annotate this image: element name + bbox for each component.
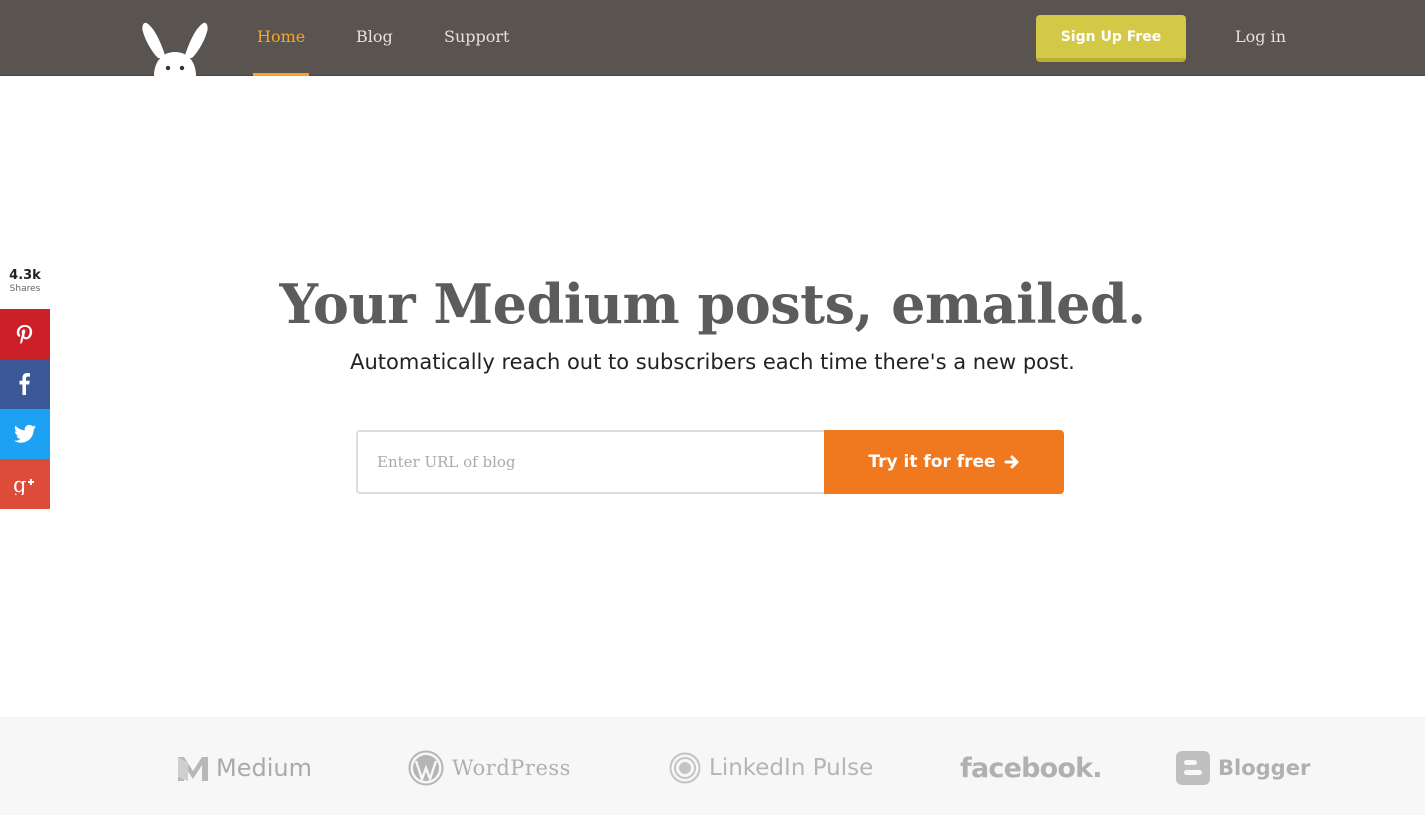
wordpress-logo: WordPress	[408, 748, 571, 788]
facebook-label: facebook.	[960, 752, 1103, 784]
twitter-icon	[14, 424, 36, 443]
nav-home-link[interactable]: Home	[252, 0, 310, 76]
svg-text:g: g	[13, 473, 26, 495]
try-free-label: Try it for free	[868, 452, 996, 472]
facebook-icon	[19, 373, 31, 395]
linkedin-pulse-label: LinkedIn Pulse	[709, 755, 874, 781]
try-free-button[interactable]: Try it for free	[824, 430, 1064, 494]
blogger-icon	[1176, 751, 1210, 785]
wordpress-icon	[408, 750, 444, 786]
hero-subtitle: Automatically reach out to subscribers e…	[350, 350, 1075, 374]
linkedin-pulse-icon	[669, 752, 701, 784]
medium-logo: Medium	[178, 748, 312, 788]
login-link[interactable]: Log in	[1235, 0, 1286, 76]
platform-logos: Medium WordPress LinkedIn Pulse facebook…	[0, 717, 1425, 815]
arrow-right-icon	[1004, 455, 1019, 469]
share-google-plus-button[interactable]: g	[0, 459, 50, 509]
blog-url-input[interactable]	[356, 430, 826, 494]
nav-support-link[interactable]: Support	[444, 0, 509, 76]
medium-icon	[178, 757, 208, 781]
hero-title: Your Medium posts, emailed.	[279, 272, 1146, 336]
wordpress-label: WordPress	[452, 756, 571, 780]
top-nav: Home Blog Support Sign Up Free Log in	[0, 0, 1425, 76]
medium-label: Medium	[216, 754, 312, 782]
bunny-logo-icon[interactable]	[140, 18, 210, 76]
google-plus-icon: g	[13, 473, 34, 495]
linkedin-pulse-logo: LinkedIn Pulse	[669, 748, 873, 788]
facebook-logo: facebook.	[960, 748, 1103, 788]
nav-blog-link[interactable]: Blog	[356, 0, 393, 76]
signup-button[interactable]: Sign Up Free	[1036, 15, 1186, 62]
share-twitter-button[interactable]	[0, 409, 50, 459]
blogger-label: Blogger	[1218, 756, 1311, 780]
blogger-logo: Blogger	[1176, 748, 1310, 788]
